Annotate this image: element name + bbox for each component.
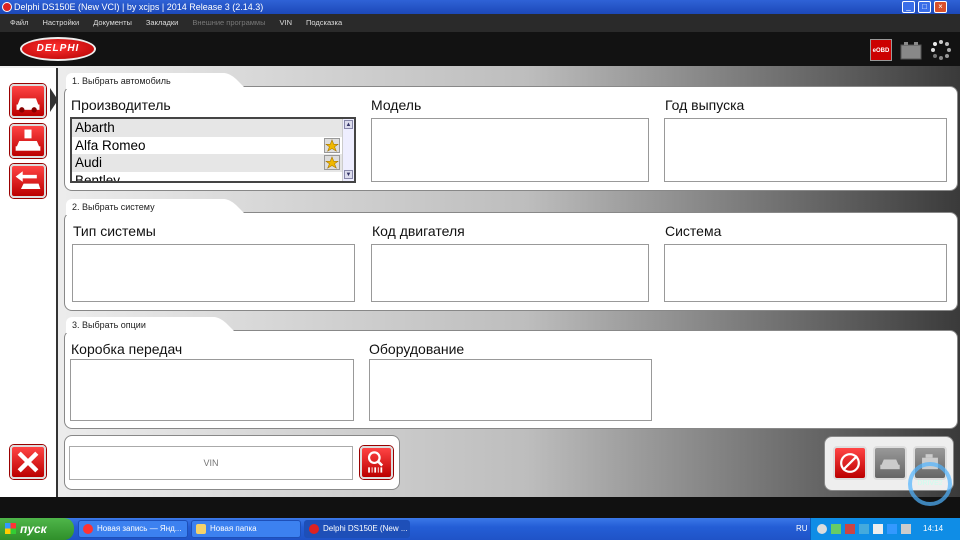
system-list[interactable] [664,244,947,302]
car-back-arrow-icon [15,171,41,189]
minimize-button[interactable]: _ [902,1,915,13]
back-button[interactable] [10,164,46,198]
taskbar: пуск Новая запись — Янд... Новая папка D… [0,518,960,540]
selected-indicator [50,88,58,112]
equipment-label: Оборудование [369,341,465,357]
vehicle-select-button[interactable] [10,84,46,118]
window-title: Delphi DS150E (New VCI) | by xcjps | 201… [14,2,264,12]
connect-button [873,446,907,480]
busy-indicator-icon [930,39,952,61]
language-indicator[interactable]: RU [796,518,808,540]
engine-code-label: Код двигателя [372,223,465,239]
task-browser[interactable]: Новая запись — Янд... [78,520,188,538]
car-connect-icon [880,459,900,470]
list-item[interactable]: Bentley [72,172,354,182]
gearbox-label: Коробка передач [71,341,183,357]
menu-file[interactable]: Файл [10,14,28,32]
close-x-icon [17,451,39,473]
app-icon [2,2,12,12]
volume-icon[interactable] [873,524,883,534]
close-window-button[interactable]: × [934,1,947,13]
manufacturer-label: Производитель [71,97,171,113]
section1-title: 1. Выбрать автомобиль [66,73,216,89]
favorite-star-icon[interactable] [324,155,340,170]
car-diagnostics-icon [15,129,41,151]
delphi-logo: DELPHI [20,37,96,61]
status-strip [0,497,960,518]
scroll-down-icon[interactable]: ▼ [344,170,353,179]
network-icon[interactable] [901,524,911,534]
menu-bookmarks[interactable]: Закладки [146,14,178,32]
gearbox-list[interactable] [70,359,354,421]
app-header: DELPHI eOBD [0,32,960,66]
scroll-up-icon[interactable]: ▲ [344,120,353,129]
system-type-list[interactable] [72,244,355,302]
list-scrollbar[interactable]: ▲ ▼ [342,119,354,181]
model-label: Модель [371,97,422,113]
year-label: Год выпуска [665,97,745,113]
eobd-icon[interactable]: eOBD [870,39,892,61]
vin-input[interactable] [69,446,353,480]
car-icon [16,98,40,113]
tray-icon[interactable] [845,524,855,534]
task-delphi[interactable]: Delphi DS150E (New ... [304,520,410,538]
list-item[interactable]: Abarth [72,119,354,137]
folder-icon [196,524,206,534]
year-list[interactable] [664,118,947,182]
system-type-label: Тип системы [73,223,156,239]
menu-documents[interactable]: Документы [93,14,132,32]
menu-bar: Файл Настройки Документы Закладки Внешни… [0,14,960,32]
stop-car-icon [840,453,860,473]
list-item[interactable]: Alfa Romeo [72,137,354,155]
windows-flag-icon [5,523,16,534]
vin-scan-button[interactable] [360,446,393,479]
close-app-button[interactable] [10,445,46,479]
menu-external-programs: Внешние программы [192,18,266,27]
tray-icon[interactable] [859,524,869,534]
favorite-star-icon[interactable] [324,137,340,153]
battery-icon [900,39,922,61]
system-tray: 14:14 [810,518,960,540]
equipment-list[interactable] [369,359,652,421]
task-folder[interactable]: Новая папка [191,520,301,538]
menu-help[interactable]: Подсказка [306,14,342,32]
start-button[interactable]: пуск [0,518,74,540]
model-list[interactable] [371,118,649,182]
yandex-browser-icon [83,524,93,534]
title-bar: Delphi DS150E (New VCI) | by xcjps | 201… [0,0,960,14]
section2-title: 2. Выбрать систему [66,199,216,215]
system-label: Система [665,223,722,239]
menu-settings[interactable]: Настройки [42,14,79,32]
tray-icon[interactable] [831,524,841,534]
maximize-button[interactable]: □ [918,1,931,13]
engine-code-list[interactable] [371,244,649,302]
menu-vin[interactable]: VIN [279,14,292,32]
clock[interactable]: 14:14 [923,518,943,540]
diagnostics-button[interactable] [10,124,46,158]
barcode-search-icon [367,451,384,473]
delphi-app-icon [309,524,319,534]
bluetooth-icon[interactable] [887,524,897,534]
manufacturer-list[interactable]: Abarth Alfa Romeo Audi Bentley ▲ ▼ [70,117,356,183]
tray-icon[interactable] [817,524,827,534]
section3-title: 3. Выбрать опции [66,317,206,333]
cancel-diagnostics-button[interactable] [833,446,867,480]
watermark: DRIVE2 [908,462,952,506]
list-item[interactable]: Audi [72,154,354,172]
